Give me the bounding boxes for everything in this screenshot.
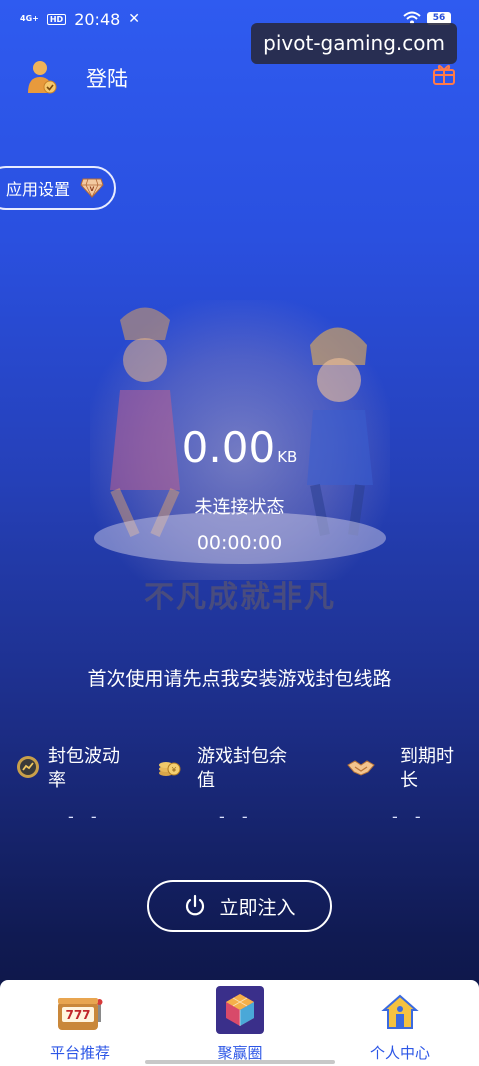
stat-label: 游戏封包余 值 [197,746,287,791]
svg-text:V: V [90,186,95,193]
connection-timer: 00:00:00 [196,532,283,554]
inject-button-label: 立即注入 [219,896,296,919]
stat-label: 封包波动 率 [48,746,120,791]
inject-button[interactable]: 立即注入 [147,880,332,932]
hero-slogan: 不凡成就非凡 [144,580,336,615]
traffic-readout: 0.00 KB [0,423,479,472]
house-user-icon [381,994,419,1029]
gift-icon[interactable] [431,61,457,87]
app-settings-label: 应用设置 [6,180,71,199]
nav-item-personal-center[interactable]: 个人中心 [340,980,460,1066]
stat-value: - - [392,807,427,826]
stat-value: - - [68,807,103,826]
stat-value: - - [219,807,254,826]
watermark-label: pivot-gaming.com [251,23,457,64]
install-route-link[interactable]: 首次使用请先点我安装游戏封包线路 [0,664,479,691]
slot-machine-icon: 777 [58,998,103,1030]
traffic-value: 0.00 [181,423,276,472]
login-link[interactable]: 登陆 [86,63,128,93]
status-time: 20:48 [74,9,121,29]
stats-row: 封包波动 率 - - ¥ 游戏封包余 值 - - 到期时 长 - - [0,745,479,835]
cube-app-icon [216,986,264,1034]
nav-label: 平台推荐 [49,1044,110,1062]
tools-icon: ✕ [128,11,141,27]
vip-diamond-icon: V [80,178,104,198]
user-avatar-icon[interactable] [26,59,58,95]
connection-status: 未连接状态 [194,497,285,518]
nav-item-platform-recommend[interactable]: 777 平台推荐 [20,980,140,1066]
stat-label: 到期时 长 [400,746,454,791]
traffic-unit: KB [277,448,298,466]
nav-label: 个人中心 [369,1044,430,1062]
home-indicator[interactable] [145,1060,335,1064]
hd-badge: HD [46,13,67,25]
bottom-nav: 777 平台推荐 聚赢圈 个人中心 [0,980,479,1066]
signal-indicator: 4G+ [20,14,39,23]
coin-stack-icon: ¥ [159,762,181,776]
nav-item-win-circle[interactable]: 聚赢圈 [180,980,300,1066]
handshake-icon [347,760,375,776]
svg-text:777: 777 [65,1008,90,1022]
power-icon [186,894,205,916]
svg-text:¥: ¥ [172,766,177,774]
coin-chart-icon [17,756,39,778]
app-settings-button[interactable]: 应用设置 V [0,166,116,210]
